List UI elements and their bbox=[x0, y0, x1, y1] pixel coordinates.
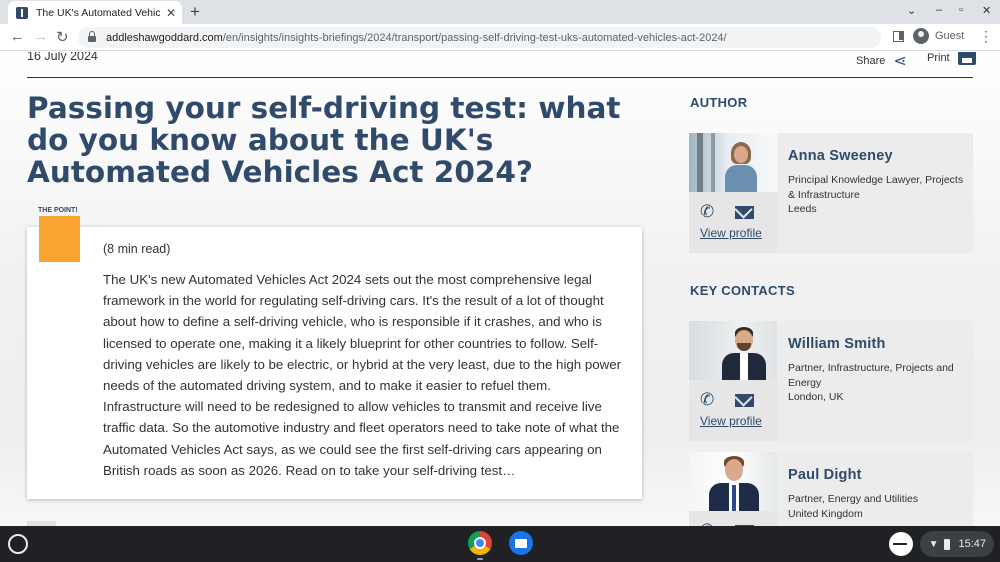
the-point-badge bbox=[39, 216, 80, 262]
phone-icon[interactable]: ✆ bbox=[700, 390, 714, 410]
battery-icon bbox=[944, 538, 951, 550]
view-profile-link[interactable]: View profile bbox=[700, 414, 762, 428]
url-domain: addleshawgoddard.com bbox=[106, 31, 223, 44]
site-favicon-icon bbox=[16, 6, 28, 19]
contact-name[interactable]: Paul Dight bbox=[788, 467, 862, 483]
launcher-icon[interactable] bbox=[8, 534, 28, 554]
print-label: Print bbox=[927, 52, 950, 64]
profile-button[interactable]: Guest bbox=[913, 28, 964, 44]
share-button[interactable]: Share ⋖ bbox=[856, 52, 907, 71]
author-location: Leeds bbox=[788, 203, 817, 215]
tab-strip: The UK's Automated Vehicles Act ✕ + ⌄ – … bbox=[0, 0, 1000, 24]
lock-icon[interactable] bbox=[88, 31, 96, 42]
wifi-icon: ▼ bbox=[928, 538, 939, 550]
contact-card-paul-dight: ✆ View profile Paul Dight Partner, Energ… bbox=[689, 452, 973, 526]
contact-card-william-smith: ✆ View profile William Smith Partner, In… bbox=[689, 321, 973, 441]
address-bar[interactable]: addleshawgoddard.com/en/insights/insight… bbox=[78, 27, 881, 48]
summary-card: (8 min read) The UK's new Automated Vehi… bbox=[27, 227, 642, 499]
contact-details: Partner, Infrastructure, Projects and En… bbox=[788, 361, 966, 405]
summary-text: The UK's new Automated Vehicles Act 2024… bbox=[103, 272, 622, 478]
share-icon: ⋖ bbox=[893, 53, 907, 70]
files-icon[interactable] bbox=[509, 531, 533, 555]
tab-search-icon[interactable]: ⌄ bbox=[907, 4, 916, 17]
read-time: (8 min read) bbox=[103, 242, 171, 256]
author-photo bbox=[689, 133, 777, 192]
browser-tab[interactable]: The UK's Automated Vehicles Act ✕ bbox=[8, 1, 182, 24]
restore-icon[interactable]: ▫ bbox=[959, 4, 963, 16]
contact-details: Partner, Energy and Utilities United Kin… bbox=[788, 492, 966, 521]
phone-icon[interactable]: ✆ bbox=[700, 202, 714, 222]
contact-actions: ✆ View profile bbox=[689, 380, 777, 441]
contact-photo bbox=[689, 452, 777, 511]
close-tab-icon[interactable]: ✕ bbox=[166, 6, 176, 20]
author-actions: ✆ View profile bbox=[689, 192, 777, 253]
author-role: Principal Knowledge Lawyer, Projects & I… bbox=[788, 174, 964, 201]
printer-icon bbox=[957, 52, 976, 65]
side-panel-icon[interactable] bbox=[893, 31, 904, 42]
key-contacts-heading: KEY CONTACTS bbox=[690, 283, 795, 298]
tote-icon[interactable] bbox=[889, 532, 913, 556]
contact-location: London, UK bbox=[788, 391, 844, 403]
close-window-icon[interactable]: ✕ bbox=[982, 4, 991, 17]
share-label: Share bbox=[856, 55, 886, 67]
contact-role: Partner, Energy and Utilities bbox=[788, 493, 919, 505]
article-title: Passing your self-driving test: what do … bbox=[27, 91, 621, 189]
divider bbox=[27, 77, 973, 78]
os-shelf: ▼ 15:47 bbox=[0, 526, 1000, 562]
author-heading: AUTHOR bbox=[690, 95, 748, 110]
clock: 15:47 bbox=[958, 538, 986, 550]
author-card: ✆ View profile Anna Sweeney Principal Kn… bbox=[689, 133, 973, 253]
article-date: 16 July 2024 bbox=[27, 52, 98, 63]
url-path: /en/insights/insights-briefings/2024/tra… bbox=[222, 31, 727, 44]
email-icon[interactable] bbox=[735, 394, 754, 407]
view-profile-link[interactable]: View profile bbox=[700, 226, 762, 240]
profile-label: Guest bbox=[935, 30, 965, 42]
contact-role: Partner, Infrastructure, Projects and En… bbox=[788, 362, 954, 389]
contact-actions: ✆ View profile bbox=[689, 511, 777, 526]
forward-icon[interactable]: → bbox=[33, 28, 48, 45]
browser-toolbar: ← → ↻ addleshawgoddard.com/en/insights/i… bbox=[0, 24, 1000, 51]
contact-name[interactable]: William Smith bbox=[788, 336, 886, 352]
reload-icon[interactable]: ↻ bbox=[56, 28, 69, 46]
email-icon[interactable] bbox=[735, 206, 754, 219]
contact-photo bbox=[689, 321, 777, 380]
minimize-icon[interactable]: – bbox=[936, 4, 942, 16]
contact-location: United Kingdom bbox=[788, 507, 863, 520]
profile-avatar-icon bbox=[913, 28, 929, 44]
status-tray[interactable]: ▼ 15:47 bbox=[920, 531, 994, 557]
print-button[interactable]: Print bbox=[927, 52, 976, 65]
back-icon[interactable]: ← bbox=[10, 28, 25, 45]
the-point-label: THE POINT! bbox=[38, 207, 78, 214]
kebab-menu-icon[interactable]: ⋮ bbox=[979, 28, 993, 45]
chrome-icon[interactable] bbox=[468, 531, 492, 555]
new-tab-button[interactable]: + bbox=[190, 2, 200, 22]
author-name[interactable]: Anna Sweeney bbox=[788, 148, 893, 164]
author-details: Principal Knowledge Lawyer, Projects & I… bbox=[788, 173, 966, 217]
active-app-indicator bbox=[477, 558, 483, 560]
tab-title: The UK's Automated Vehicles Act bbox=[36, 6, 160, 19]
page-content: 16 July 2024 Share ⋖ Print Passing your … bbox=[0, 52, 1000, 526]
